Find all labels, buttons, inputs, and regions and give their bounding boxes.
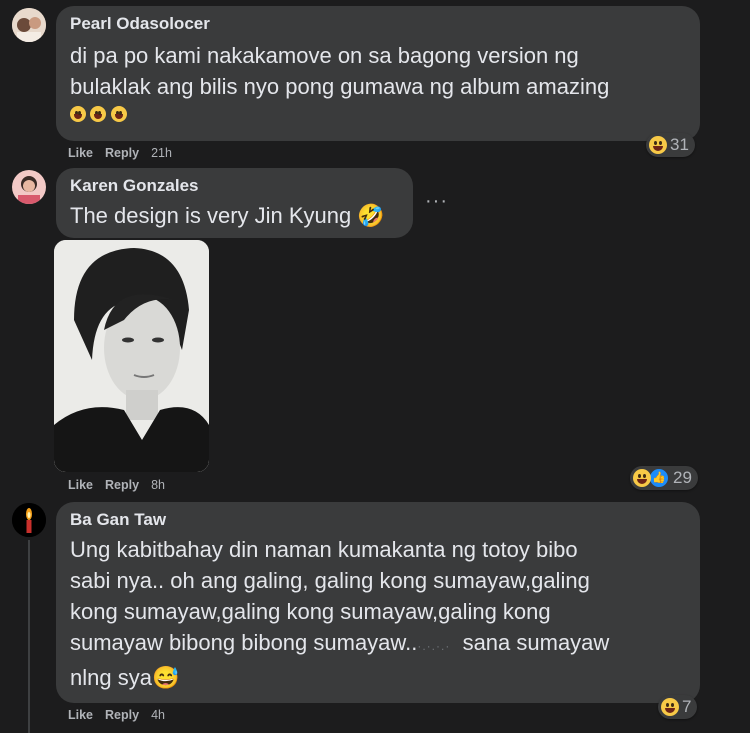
comment-text-line: sumayaw bibong bibong sumayaw..·.·.·.· s… (70, 627, 686, 662)
reply-button[interactable]: Reply (105, 478, 139, 492)
like-button[interactable]: Like (68, 478, 93, 492)
thread-line (28, 540, 30, 733)
profile-photo-icon (12, 170, 46, 204)
portrait-photo (54, 240, 209, 472)
avatar[interactable] (12, 8, 46, 42)
timestamp[interactable]: 8h (151, 478, 165, 492)
candle-icon (12, 503, 46, 537)
reply-button[interactable]: Reply (105, 146, 139, 160)
reaction-count: 7 (682, 697, 692, 716)
timestamp[interactable]: 21h (151, 146, 172, 160)
more-options-button[interactable]: ··· (425, 190, 448, 213)
pleading-face-icon (70, 105, 86, 122)
comment-bubble: Pearl Odasolocer di pa po kami nakakamov… (56, 6, 700, 141)
comment-bubble: Ba Gan Taw Ung kabitbahay din naman kuma… (56, 502, 700, 703)
pleading-face-icon (110, 105, 127, 122)
comment-text-line: kong sumayaw,galing kong sumayaw,galing … (70, 599, 551, 624)
comment-text-segment: sana sumayaw (462, 630, 610, 655)
avatar[interactable] (12, 170, 46, 204)
like-reaction-icon: 👍 (648, 467, 670, 489)
comment-text-line: The design is very Jin Kyung 🤣 (70, 203, 385, 228)
comment-image[interactable] (54, 240, 209, 472)
comment-text-line: Ung kabitbahay din naman kumakanta ng to… (70, 537, 578, 562)
reaction-count: 31 (670, 135, 689, 154)
reaction-summary[interactable]: 7 (658, 695, 698, 719)
reaction-count: 29 (673, 468, 692, 487)
comment-actions: Like Reply 21h (68, 146, 172, 160)
timestamp[interactable]: 4h (151, 708, 165, 722)
comment-text-line: bulaklak ang bilis nyo pong gumawa ng al… (70, 74, 610, 99)
laugh-reaction-icon (649, 136, 667, 154)
like-button[interactable]: Like (68, 146, 93, 160)
pleading-face-icon (90, 105, 107, 122)
comment-text-line: sabi nya.. oh ang galing, galing kong su… (70, 568, 590, 593)
reaction-summary[interactable]: 👍 29 (630, 466, 698, 490)
comment-text-segment: sumayaw bibong bibong sumayaw.. (70, 630, 418, 655)
comment-text-line: nlng sya😅 (70, 665, 180, 690)
comment-text-line: di pa po kami nakakamove on sa bagong ve… (70, 43, 579, 68)
reaction-summary[interactable]: 31 (646, 133, 695, 157)
avatar[interactable] (12, 503, 46, 537)
laugh-reaction-icon (633, 469, 651, 487)
like-button[interactable]: Like (68, 708, 93, 722)
comment-author[interactable]: Ba Gan Taw (70, 510, 686, 530)
comment-actions: Like Reply 8h (68, 478, 165, 492)
sparkle-dots: ·.·.·.· (417, 639, 451, 653)
reply-button[interactable]: Reply (105, 708, 139, 722)
laugh-reaction-icon (661, 698, 679, 716)
comment-author[interactable]: Pearl Odasolocer (70, 14, 686, 34)
comment-bubble: Karen Gonzales The design is very Jin Ky… (56, 168, 413, 238)
emoji-line (70, 105, 686, 123)
comment-author[interactable]: Karen Gonzales (70, 176, 399, 196)
comment-actions: Like Reply 4h (68, 708, 165, 722)
profile-photo-icon (12, 8, 46, 42)
